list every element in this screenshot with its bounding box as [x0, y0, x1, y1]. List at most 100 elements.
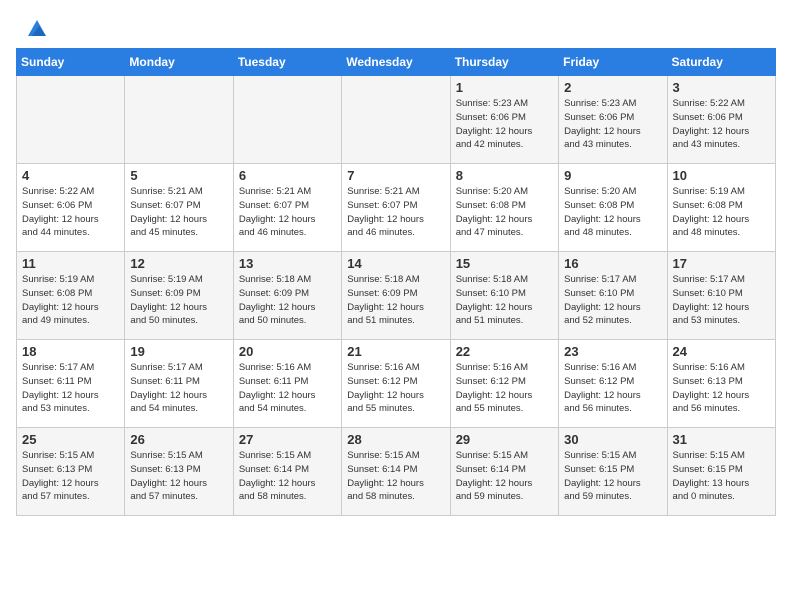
day-info: Sunrise: 5:17 AM Sunset: 6:11 PM Dayligh…	[22, 361, 119, 416]
logo	[24, 18, 48, 40]
logo-icon	[26, 18, 48, 40]
day-info: Sunrise: 5:21 AM Sunset: 6:07 PM Dayligh…	[130, 185, 227, 240]
calendar-cell: 19Sunrise: 5:17 AM Sunset: 6:11 PM Dayli…	[125, 340, 233, 428]
day-info: Sunrise: 5:20 AM Sunset: 6:08 PM Dayligh…	[456, 185, 553, 240]
calendar-cell	[125, 76, 233, 164]
day-number: 27	[239, 432, 336, 447]
day-number: 13	[239, 256, 336, 271]
day-number: 29	[456, 432, 553, 447]
day-number: 18	[22, 344, 119, 359]
day-info: Sunrise: 5:15 AM Sunset: 6:14 PM Dayligh…	[347, 449, 444, 504]
day-number: 22	[456, 344, 553, 359]
day-number: 31	[673, 432, 770, 447]
day-number: 16	[564, 256, 661, 271]
calendar-cell: 1 Sunrise: 5:23 AM Sunset: 6:06 PM Daylig…	[450, 76, 558, 164]
calendar-cell: 7 Sunrise: 5:21 AM Sunset: 6:07 PM Daylig…	[342, 164, 450, 252]
day-header-tuesday: Tuesday	[233, 49, 341, 76]
calendar-cell: 11 Sunrise: 5:19 AM Sunset: 6:08 PM Dayli…	[17, 252, 125, 340]
day-info: Sunrise: 5:21 AM Sunset: 6:07 PM Dayligh…	[347, 185, 444, 240]
day-number: 6	[239, 168, 336, 183]
day-info: Sunrise: 5:18 AM Sunset: 6:09 PM Dayligh…	[239, 273, 336, 328]
calendar-cell: 6 Sunrise: 5:21 AM Sunset: 6:07 PM Daylig…	[233, 164, 341, 252]
day-number: 8	[456, 168, 553, 183]
calendar-cell: 13 Sunrise: 5:18 AM Sunset: 6:09 PM Dayli…	[233, 252, 341, 340]
day-info: Sunrise: 5:18 AM Sunset: 6:09 PM Dayligh…	[347, 273, 444, 328]
calendar-cell: 17 Sunrise: 5:17 AM Sunset: 6:10 PM Dayli…	[667, 252, 775, 340]
calendar-week-row: 18 Sunrise: 5:17 AM Sunset: 6:11 PM Dayli…	[17, 340, 776, 428]
calendar-cell: 30 Sunrise: 5:15 AM Sunset: 6:15 PM Dayli…	[559, 428, 667, 516]
day-info: Sunrise: 5:19 AM Sunset: 6:08 PM Dayligh…	[22, 273, 119, 328]
day-info: Sunrise: 5:16 AM Sunset: 6:12 PM Dayligh…	[456, 361, 553, 416]
calendar-cell: 2 Sunrise: 5:23 AM Sunset: 6:06 PM Daylig…	[559, 76, 667, 164]
day-info: Sunrise: 5:22 AM Sunset: 6:06 PM Dayligh…	[22, 185, 119, 240]
calendar-cell: 28 Sunrise: 5:15 AM Sunset: 6:14 PM Dayli…	[342, 428, 450, 516]
day-info: Sunrise: 5:19 AM Sunset: 6:08 PM Dayligh…	[673, 185, 770, 240]
page-header	[0, 0, 792, 48]
calendar-week-row: 1 Sunrise: 5:23 AM Sunset: 6:06 PM Daylig…	[17, 76, 776, 164]
day-number: 11	[22, 256, 119, 271]
day-number: 5	[130, 168, 227, 183]
day-info: Sunrise: 5:15 AM Sunset: 6:14 PM Dayligh…	[456, 449, 553, 504]
calendar-week-row: 25Sunrise: 5:15 AM Sunset: 6:13 PM Dayli…	[17, 428, 776, 516]
day-info: Sunrise: 5:23 AM Sunset: 6:06 PM Dayligh…	[564, 97, 661, 152]
calendar-cell: 8 Sunrise: 5:20 AM Sunset: 6:08 PM Daylig…	[450, 164, 558, 252]
day-info: Sunrise: 5:17 AM Sunset: 6:10 PM Dayligh…	[564, 273, 661, 328]
calendar-cell: 29 Sunrise: 5:15 AM Sunset: 6:14 PM Dayli…	[450, 428, 558, 516]
calendar-cell: 16 Sunrise: 5:17 AM Sunset: 6:10 PM Dayli…	[559, 252, 667, 340]
calendar-cell: 5 Sunrise: 5:21 AM Sunset: 6:07 PM Daylig…	[125, 164, 233, 252]
day-info: Sunrise: 5:15 AM Sunset: 6:13 PM Dayligh…	[130, 449, 227, 504]
day-number: 10	[673, 168, 770, 183]
day-info: Sunrise: 5:20 AM Sunset: 6:08 PM Dayligh…	[564, 185, 661, 240]
day-info: Sunrise: 5:15 AM Sunset: 6:14 PM Dayligh…	[239, 449, 336, 504]
day-number: 3	[673, 80, 770, 95]
day-info: Sunrise: 5:19 AM Sunset: 6:09 PM Dayligh…	[130, 273, 227, 328]
day-number: 7	[347, 168, 444, 183]
calendar-cell: 27 Sunrise: 5:15 AM Sunset: 6:14 PM Dayli…	[233, 428, 341, 516]
day-number: 4	[22, 168, 119, 183]
calendar-cell	[342, 76, 450, 164]
calendar-cell: 21 Sunrise: 5:16 AM Sunset: 6:12 PM Dayli…	[342, 340, 450, 428]
day-number: 14	[347, 256, 444, 271]
day-info: Sunrise: 5:23 AM Sunset: 6:06 PM Dayligh…	[456, 97, 553, 152]
day-number: 21	[347, 344, 444, 359]
day-number: 28	[347, 432, 444, 447]
calendar-cell: 25Sunrise: 5:15 AM Sunset: 6:13 PM Dayli…	[17, 428, 125, 516]
day-number: 20	[239, 344, 336, 359]
day-number: 9	[564, 168, 661, 183]
calendar-cell: 23 Sunrise: 5:16 AM Sunset: 6:12 PM Dayli…	[559, 340, 667, 428]
day-info: Sunrise: 5:15 AM Sunset: 6:15 PM Dayligh…	[564, 449, 661, 504]
day-header-saturday: Saturday	[667, 49, 775, 76]
calendar-cell: 10 Sunrise: 5:19 AM Sunset: 6:08 PM Dayli…	[667, 164, 775, 252]
calendar-cell: 12 Sunrise: 5:19 AM Sunset: 6:09 PM Dayli…	[125, 252, 233, 340]
calendar-cell: 31 Sunrise: 5:15 AM Sunset: 6:15 PM Dayli…	[667, 428, 775, 516]
calendar-table: SundayMondayTuesdayWednesdayThursdayFrid…	[16, 48, 776, 516]
day-info: Sunrise: 5:21 AM Sunset: 6:07 PM Dayligh…	[239, 185, 336, 240]
day-number: 1	[456, 80, 553, 95]
day-info: Sunrise: 5:17 AM Sunset: 6:10 PM Dayligh…	[673, 273, 770, 328]
day-info: Sunrise: 5:16 AM Sunset: 6:12 PM Dayligh…	[564, 361, 661, 416]
calendar-week-row: 4 Sunrise: 5:22 AM Sunset: 6:06 PM Daylig…	[17, 164, 776, 252]
day-number: 17	[673, 256, 770, 271]
day-number: 30	[564, 432, 661, 447]
day-info: Sunrise: 5:16 AM Sunset: 6:12 PM Dayligh…	[347, 361, 444, 416]
calendar-cell: 26 Sunrise: 5:15 AM Sunset: 6:13 PM Dayli…	[125, 428, 233, 516]
calendar-cell: 22 Sunrise: 5:16 AM Sunset: 6:12 PM Dayli…	[450, 340, 558, 428]
day-info: Sunrise: 5:22 AM Sunset: 6:06 PM Dayligh…	[673, 97, 770, 152]
day-header-sunday: Sunday	[17, 49, 125, 76]
day-number: 23	[564, 344, 661, 359]
day-info: Sunrise: 5:18 AM Sunset: 6:10 PM Dayligh…	[456, 273, 553, 328]
day-number: 2	[564, 80, 661, 95]
calendar-cell	[233, 76, 341, 164]
day-number: 26	[130, 432, 227, 447]
day-info: Sunrise: 5:15 AM Sunset: 6:15 PM Dayligh…	[673, 449, 770, 504]
day-number: 24	[673, 344, 770, 359]
calendar-cell: 3 Sunrise: 5:22 AM Sunset: 6:06 PM Daylig…	[667, 76, 775, 164]
day-header-thursday: Thursday	[450, 49, 558, 76]
day-header-monday: Monday	[125, 49, 233, 76]
day-number: 15	[456, 256, 553, 271]
calendar-cell: 14 Sunrise: 5:18 AM Sunset: 6:09 PM Dayli…	[342, 252, 450, 340]
day-info: Sunrise: 5:15 AM Sunset: 6:13 PM Dayligh…	[22, 449, 119, 504]
calendar-cell: 4 Sunrise: 5:22 AM Sunset: 6:06 PM Daylig…	[17, 164, 125, 252]
day-number: 12	[130, 256, 227, 271]
calendar-header-row: SundayMondayTuesdayWednesdayThursdayFrid…	[17, 49, 776, 76]
